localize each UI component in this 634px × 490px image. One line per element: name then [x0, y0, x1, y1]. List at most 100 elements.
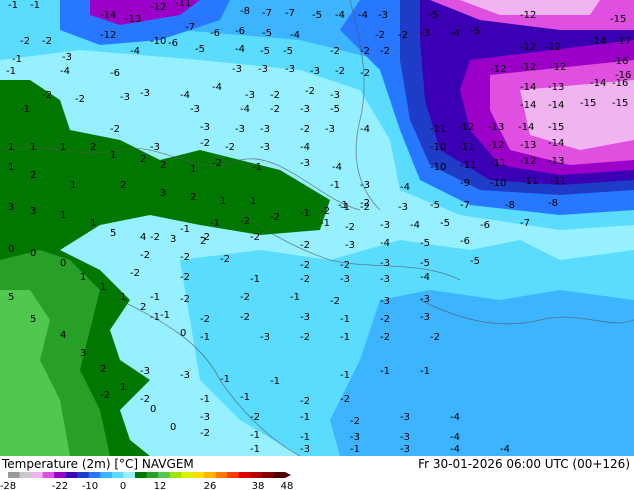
temperature-value: -3 — [398, 202, 408, 213]
temperature-value: -14 — [100, 10, 116, 21]
temperature-value: -1 — [200, 332, 210, 343]
temperature-value: -6 — [168, 38, 178, 49]
temperature-value: -3 — [380, 296, 390, 307]
temperature-value: -3 — [140, 366, 150, 377]
colorbar-tick-label: -28 — [0, 481, 16, 490]
temperature-value: -4 — [358, 10, 368, 21]
temperature-value: -3 — [420, 28, 430, 39]
temperature-value: -3 — [400, 432, 410, 443]
temperature-value: 0 — [180, 328, 186, 339]
colorbar-swatch — [123, 472, 136, 478]
forecast-time: Fr 30-01-2026 06:00 UTC (00+126) — [418, 457, 630, 471]
colorbar-arrow — [285, 472, 291, 478]
colorbar-swatch — [204, 472, 217, 478]
temperature-value: -3 — [300, 312, 310, 323]
temperature-value: -7 — [262, 8, 272, 19]
temperature-value: -8 — [505, 200, 515, 211]
temperature-map[interactable]: -1 -1-14 -13-12 -11-8 -7 -7 -5 -4 -4 -3 -5 -12 -15-2… — [0, 0, 634, 456]
temperature-value: -1 — [30, 0, 40, 11]
temperature-value: -2 — [380, 46, 390, 57]
temperature-value: -4 — [235, 44, 245, 55]
temperature-value: -2 — [340, 394, 350, 405]
temperature-value: -4 — [450, 412, 460, 423]
temperature-value: -4 — [300, 142, 310, 153]
temperature-value: -2 — [225, 142, 235, 153]
temperature-value: -1 — [250, 274, 260, 285]
colorbar-tick-label: 38 — [252, 481, 265, 490]
temperature-value: -1 — [252, 162, 262, 173]
temperature-value: -4 — [500, 444, 510, 455]
temperature-value: -1 — [290, 292, 300, 303]
temperature-value: -1 — [300, 432, 310, 443]
temperature-value: -1 — [250, 444, 260, 455]
temperature-value: -4 — [212, 82, 222, 93]
temperature-value: 1 — [190, 164, 196, 175]
temperature-value: -1 — [270, 376, 280, 387]
temperature-value: -3 — [300, 104, 310, 115]
colorbar-swatch — [134, 472, 147, 478]
temperature-value: -3 — [150, 142, 160, 153]
temperature-value: 1 — [100, 282, 106, 293]
temperature-value: -2 — [200, 138, 210, 149]
temperature-value: -1 — [250, 430, 260, 441]
temperature-value: -5 — [260, 46, 270, 57]
temperature-value: -2 — [398, 30, 408, 41]
temperature-value: -3 — [200, 412, 210, 423]
temperature-value: -3 — [190, 104, 200, 115]
temperature-value: 1 — [220, 196, 226, 207]
temperature-value: -2 — [380, 332, 390, 343]
temperature-value: -11 — [550, 176, 566, 187]
temperature-value: -4 — [420, 272, 430, 283]
temperature-value: -13 — [488, 122, 504, 133]
colorbar-swatch — [238, 472, 251, 478]
colorbar-swatch — [158, 472, 171, 478]
colorbar-swatch — [19, 472, 32, 478]
temperature-value: 1 — [250, 196, 256, 207]
temperature-value: -4 — [360, 124, 370, 135]
temperature-value: -3 — [235, 124, 245, 135]
temperature-value: -2 — [212, 158, 222, 169]
temperature-value: -13 — [548, 156, 564, 167]
temperature-value: -4 — [332, 162, 342, 173]
temperature-value: 0 — [150, 404, 156, 415]
temperature-value: -3 — [285, 64, 295, 75]
temperature-value: -2 — [180, 272, 190, 283]
temperature-value: -1 — [420, 366, 430, 377]
temperature-value: -10 — [430, 142, 446, 153]
temperature-value: -12 — [545, 42, 561, 53]
temperature-value: -3 — [325, 124, 335, 135]
temperature-value: -2 — [270, 90, 280, 101]
temperature-value: -3 — [260, 124, 270, 135]
temperature-value: 4 — [140, 232, 146, 243]
temperature-value: -2 — [345, 222, 355, 233]
temperature-value: -2 — [330, 296, 340, 307]
temperature-value: -3 — [140, 88, 150, 99]
temperature-value: -2 — [140, 394, 150, 405]
temperature-value: -2 — [110, 124, 120, 135]
temperature-value: -3 — [420, 294, 430, 305]
temperature-value: -14 — [520, 100, 536, 111]
temperature-value: -1 — [340, 370, 350, 381]
temperature-value: -5 — [283, 46, 293, 57]
colorbar-swatch — [146, 472, 159, 478]
temperature-value: 1 — [120, 382, 126, 393]
colorbar-swatch — [181, 472, 194, 478]
temperature-value: -3 — [378, 10, 388, 21]
temperature-value: -15 — [580, 98, 596, 109]
temperature-value: -4 — [335, 10, 345, 21]
temperature-value: -1 — [220, 374, 230, 385]
temperature-value: -2 — [360, 198, 370, 209]
temperature-value: -7 — [185, 22, 195, 33]
temperature-value: 5 — [30, 314, 36, 325]
temperature-value: 2 — [160, 160, 166, 171]
temperature-value: 5 — [110, 228, 116, 239]
temperature-value: -2 — [360, 68, 370, 79]
temperature-value: -2 — [360, 46, 370, 57]
temperature-value: -11 — [490, 158, 506, 169]
colorbar: -28 -22 -10 0 12 26 38 48 — [0, 472, 293, 490]
temperature-value: -13 — [548, 82, 564, 93]
temperature-value: -8 — [240, 6, 250, 17]
temperature-value: 1 — [90, 218, 96, 229]
temperature-value: -13 — [520, 140, 536, 151]
colorbar-tick-label: -22 — [52, 481, 68, 490]
